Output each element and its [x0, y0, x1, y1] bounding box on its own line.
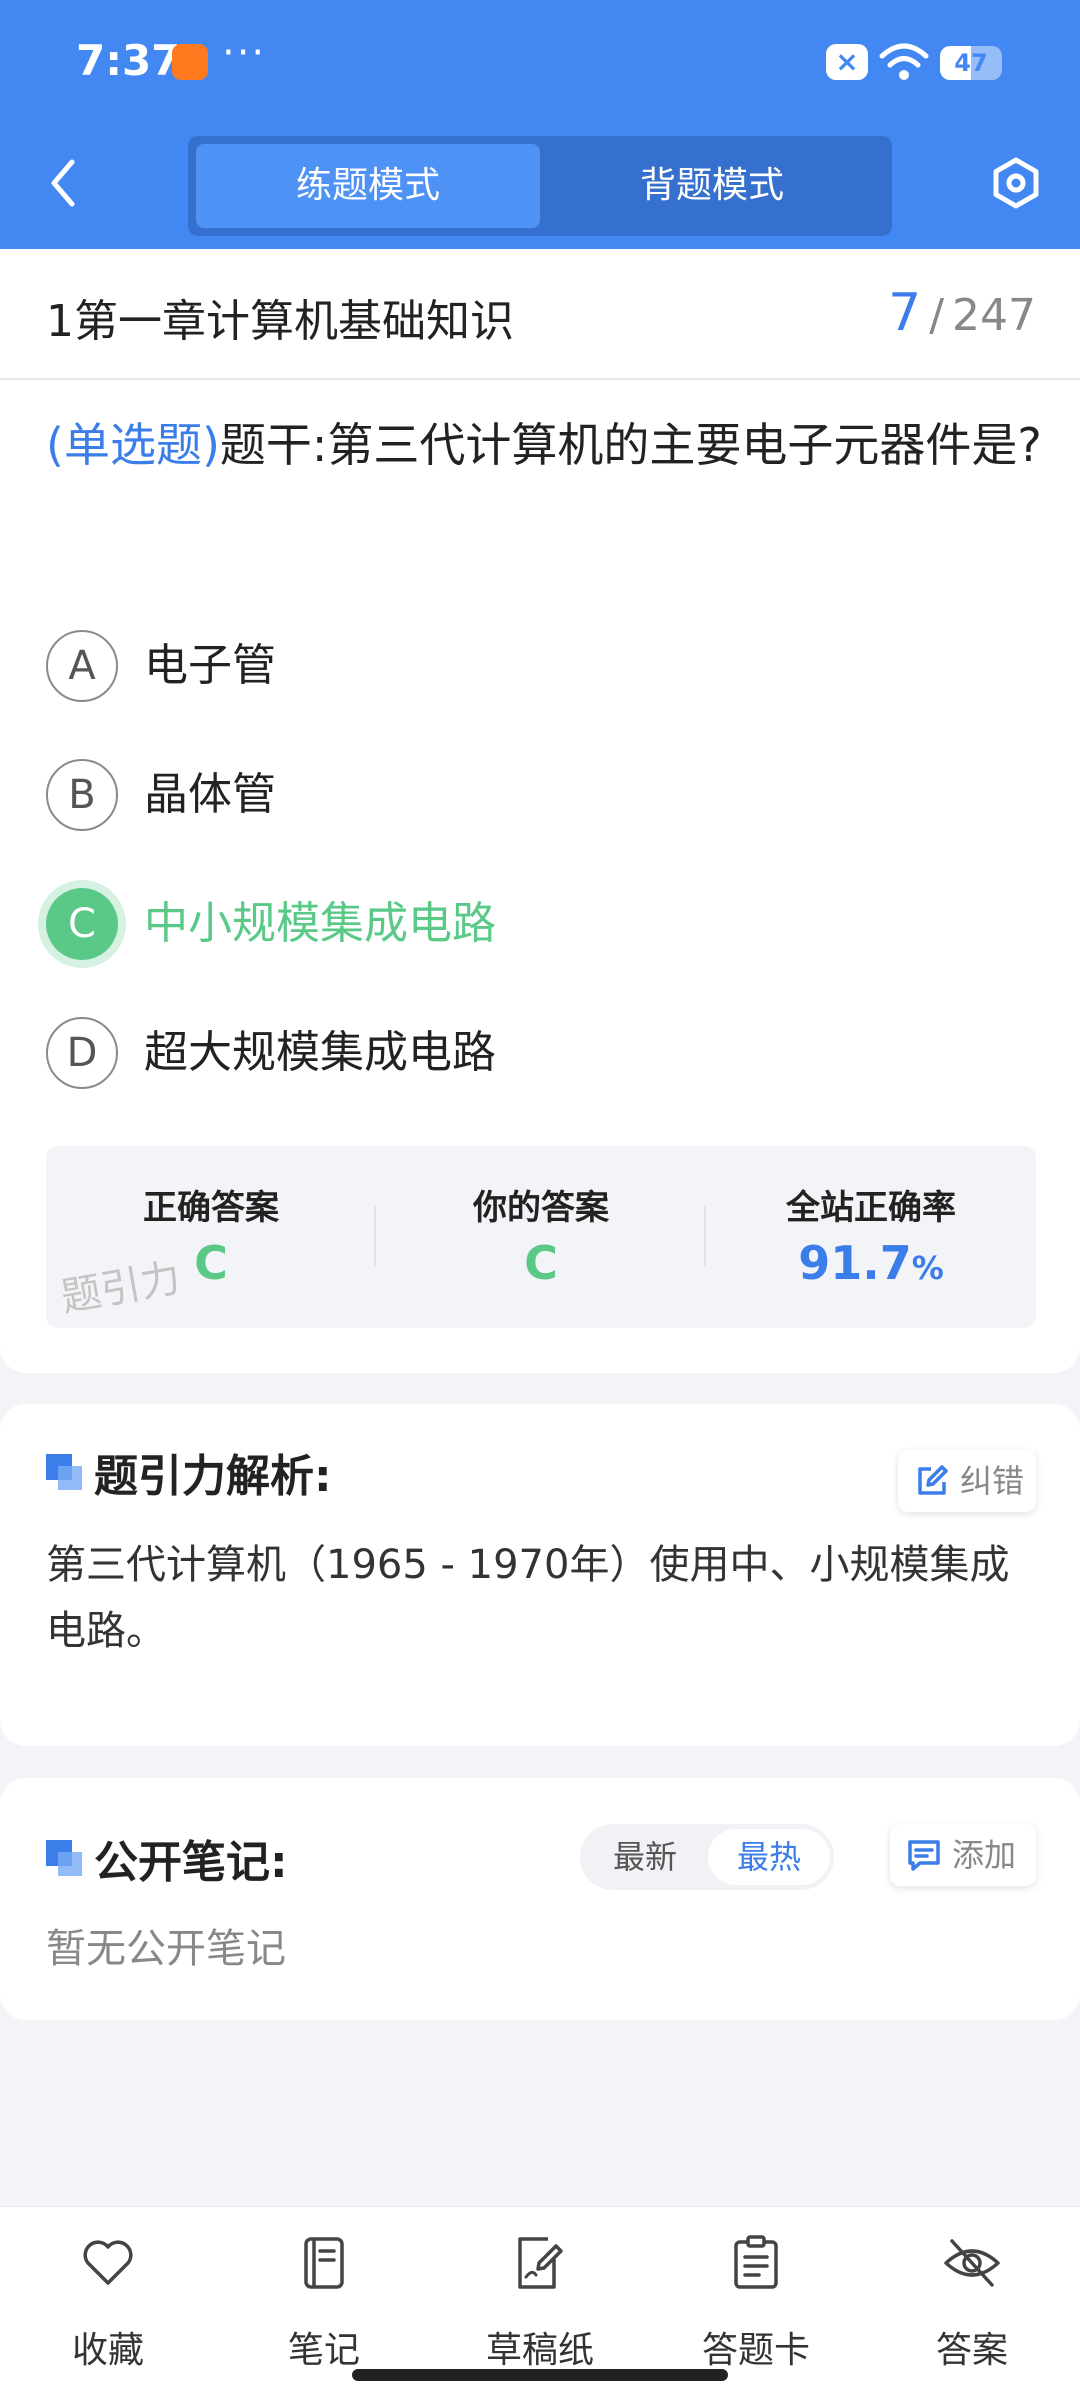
section-icon	[46, 1840, 82, 1876]
your-answer-column: 你的答案 C	[376, 1146, 706, 1328]
notebook-icon	[304, 2237, 344, 2289]
draft-paper-icon	[518, 2237, 563, 2289]
option-c[interactable]: C 中小规模集成电路	[46, 878, 1026, 968]
question-text: (单选题)题干:第三代计算机的主要电子元器件是?	[46, 402, 1046, 488]
status-more-icon: ···	[222, 30, 267, 76]
heart-icon	[83, 2240, 133, 2285]
chapter-row: 1第一章计算机基础知识 7/247	[0, 249, 1080, 380]
edit-icon	[918, 1465, 948, 1495]
answer-sheet-icon	[734, 2235, 778, 2289]
analysis-title: 题引力解析:	[94, 1451, 332, 1502]
nav-notes[interactable]: 笔记	[234, 2229, 414, 2371]
site-rate-number: 91.7	[798, 1236, 912, 1290]
nav-favorite[interactable]: 收藏	[18, 2229, 198, 2371]
option-d[interactable]: D 超大规模集成电路	[46, 1007, 1026, 1097]
report-error-button[interactable]: 纠错	[898, 1450, 1036, 1512]
mode-switch: 练题模式 背题模式	[188, 136, 892, 236]
progress-current: 7	[888, 283, 922, 343]
tab-practice-mode[interactable]: 练题模式	[196, 144, 540, 228]
analysis-text: 第三代计算机（1965 - 1970年）使用中、小规模集成电路。	[46, 1542, 1010, 1654]
analysis-card: 题引力解析: 纠错 第三代计算机（1965 - 1970年）使用中、小规模集成电…	[0, 1404, 1080, 1746]
nav-label: 笔记	[287, 2330, 360, 2371]
chapter-title: 1第一章计算机基础知识	[46, 296, 514, 347]
answer-summary: 正确答案 C 你的答案 C 全站正确率 91.7% 题引力	[46, 1146, 1036, 1328]
notes-sort-toggle: 最新 最热	[580, 1824, 834, 1890]
app-notification-icon	[172, 44, 208, 80]
wifi-icon	[879, 43, 929, 80]
comment-icon	[908, 1840, 940, 1871]
nav-label: 草稿纸	[485, 2330, 594, 2371]
site-rate-unit: %	[911, 1249, 944, 1287]
option-letter: B	[46, 759, 118, 831]
option-b[interactable]: B 晶体管	[46, 749, 1026, 839]
report-error-label: 纠错	[960, 1462, 1025, 1500]
notes-empty-text: 暂无公开笔记	[46, 1926, 286, 1972]
app-header: 7:37 ··· × 47 练题模式 背题模式	[0, 0, 1080, 249]
status-time: 7:37	[76, 36, 181, 85]
nav-label: 答案	[935, 2330, 1008, 2371]
your-answer-value: C	[524, 1236, 558, 1290]
progress-total: 247	[952, 290, 1036, 341]
status-close-icon: ×	[826, 44, 868, 80]
question-card: (单选题)题干:第三代计算机的主要电子元器件是? A 电子管 B 晶体管 C 中…	[0, 380, 1080, 1373]
site-rate-column: 全站正确率 91.7%	[706, 1146, 1036, 1328]
option-letter: C	[46, 888, 118, 960]
your-answer-label: 你的答案	[473, 1188, 609, 1228]
correct-answer-label: 正确答案	[143, 1188, 279, 1228]
back-button[interactable]	[38, 152, 88, 214]
question-type: (单选题)	[46, 418, 220, 472]
option-a[interactable]: A 电子管	[46, 620, 1026, 710]
site-rate-label: 全站正确率	[786, 1188, 956, 1228]
add-note-button[interactable]: 添加	[890, 1824, 1036, 1886]
eye-off-icon	[944, 2239, 1000, 2287]
nav-answer-sheet[interactable]: 答题卡	[666, 2229, 846, 2371]
nav-draft-paper[interactable]: 草稿纸	[450, 2229, 630, 2371]
progress-separator: /	[929, 290, 945, 341]
home-indicator[interactable]	[352, 2369, 728, 2381]
option-text: 晶体管	[144, 769, 276, 820]
option-letter: D	[46, 1017, 118, 1089]
nav-label: 答题卡	[701, 2330, 810, 2371]
option-letter: A	[46, 630, 118, 702]
notes-card: 公开笔记: 最新 最热 添加 暂无公开笔记	[0, 1778, 1080, 2020]
battery-level: 47	[954, 49, 988, 77]
notes-title: 公开笔记:	[94, 1837, 288, 1888]
battery-icon: 47	[940, 46, 1002, 80]
question-stem: 题干:第三代计算机的主要电子元器件是?	[219, 418, 1042, 472]
question-progress: 7/247	[888, 283, 1036, 343]
add-note-label: 添加	[952, 1836, 1017, 1874]
sort-newest[interactable]: 最新	[584, 1829, 706, 1885]
nav-answer[interactable]: 答案	[882, 2229, 1062, 2371]
settings-button[interactable]	[990, 157, 1042, 209]
section-icon	[46, 1454, 82, 1490]
sort-hottest[interactable]: 最热	[708, 1829, 830, 1885]
tab-recite-mode[interactable]: 背题模式	[540, 144, 884, 228]
nav-label: 收藏	[71, 2330, 144, 2371]
option-text: 电子管	[144, 640, 276, 691]
site-rate-value: 91.7%	[706, 1236, 1036, 1290]
option-text: 超大规模集成电路	[144, 1027, 496, 1078]
option-text: 中小规模集成电路	[144, 898, 496, 949]
